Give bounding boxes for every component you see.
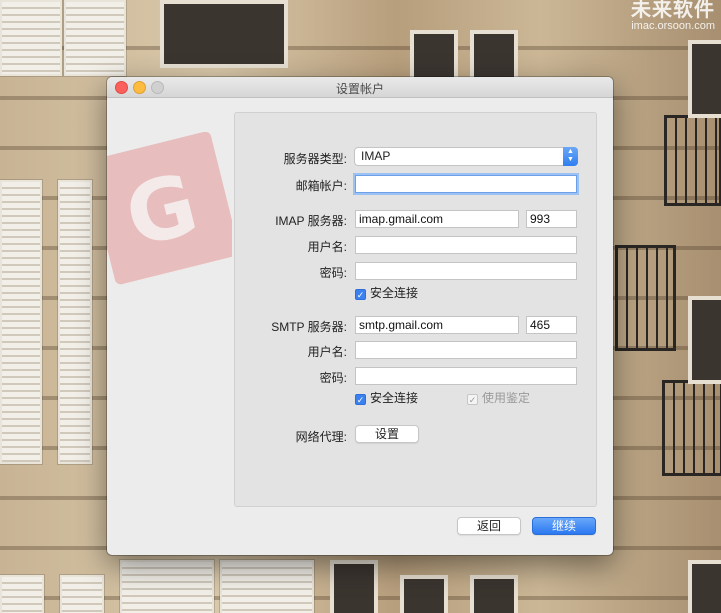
title-bar[interactable]: 设置帐户	[107, 77, 613, 98]
smtp-port-field[interactable]	[526, 316, 577, 334]
email-label: 邮箱帐户:	[295, 179, 347, 193]
server-type-select[interactable]: IMAP ▲ ▼	[354, 147, 578, 166]
balcony-railing	[615, 245, 676, 351]
back-button[interactable]: 返回	[457, 517, 521, 535]
building-window	[688, 296, 721, 384]
smtp-secure-checkbox[interactable]: ✓ 安全连接	[355, 391, 418, 405]
smtp-server-label: SMTP 服务器:	[271, 320, 347, 334]
window-shutter	[60, 575, 104, 613]
window-shutter	[64, 0, 126, 76]
imap-host-field[interactable]	[355, 210, 519, 228]
smtp-auth-checkbox: ✓ 使用鉴定	[467, 391, 530, 405]
imap-username-label: 用户名:	[307, 240, 347, 254]
smtp-username-label: 用户名:	[307, 345, 347, 359]
watermark: 未来软件 imac.orsoon.com	[631, 0, 715, 32]
window-shutter	[0, 180, 42, 464]
continue-button[interactable]: 继续	[532, 517, 596, 535]
email-field[interactable]	[355, 175, 577, 193]
watermark-url: imac.orsoon.com	[631, 20, 715, 32]
imap-port-field[interactable]	[526, 210, 577, 228]
server-type-value: IMAP	[361, 149, 391, 163]
building-window	[400, 575, 448, 613]
building-window	[160, 0, 288, 68]
smtp-password-label: 密码:	[319, 371, 347, 385]
window-shutter	[58, 180, 92, 464]
checkbox-disabled-icon: ✓	[467, 394, 478, 405]
checkbox-checked-icon: ✓	[355, 394, 366, 405]
account-setup-window: 设置帐户 G 服务器类型: IMAP ▲▼ 邮箱帐户: IMAP 服务器: 用户…	[107, 77, 613, 555]
g-logo-icon: G	[116, 154, 207, 267]
smtp-secure-label: 安全连接	[370, 391, 419, 405]
building-window	[688, 40, 721, 118]
imap-username-field[interactable]	[355, 236, 577, 254]
balcony-railing	[662, 380, 721, 476]
settings-panel: 服务器类型: IMAP ▲▼ 邮箱帐户: IMAP 服务器: 用户名: 密码: …	[234, 112, 597, 507]
imap-password-field[interactable]	[355, 262, 577, 280]
building-window	[470, 30, 518, 84]
building-window	[330, 560, 378, 613]
smtp-host-field[interactable]	[355, 316, 519, 334]
logo-tile: G	[107, 132, 232, 286]
watermark-title: 未来软件	[631, 0, 715, 21]
proxy-settings-button[interactable]: 设置	[355, 425, 419, 443]
imap-secure-checkbox[interactable]: ✓ 安全连接	[355, 286, 418, 300]
server-type-label: 服务器类型:	[283, 152, 347, 166]
window-shutter	[120, 560, 214, 613]
balcony-railing	[664, 115, 721, 206]
window-shutter	[220, 560, 314, 613]
checkbox-checked-icon: ✓	[355, 289, 366, 300]
building-window	[688, 560, 721, 613]
app-logo: G	[107, 132, 232, 287]
building-window	[410, 30, 458, 84]
smtp-password-field[interactable]	[355, 367, 577, 385]
window-shutter	[0, 0, 62, 76]
imap-password-label: 密码:	[319, 266, 347, 280]
imap-secure-label: 安全连接	[370, 286, 419, 300]
stepper-arrows-icon: ▲ ▼	[563, 147, 578, 166]
smtp-auth-label: 使用鉴定	[482, 391, 531, 405]
window-title: 设置帐户	[335, 82, 384, 96]
window-shutter	[0, 575, 44, 613]
proxy-label: 网络代理:	[295, 430, 347, 444]
building-window	[470, 575, 518, 613]
smtp-username-field[interactable]	[355, 341, 577, 359]
imap-server-label: IMAP 服务器:	[275, 214, 347, 228]
